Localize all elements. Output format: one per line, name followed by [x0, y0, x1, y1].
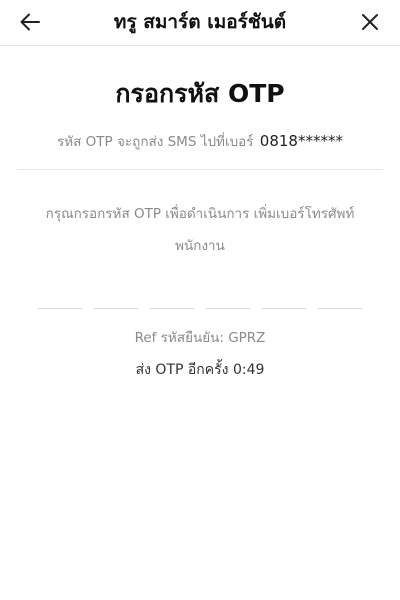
- divider: [17, 169, 383, 170]
- page-title: กรอกรหัส OTP: [115, 79, 285, 108]
- otp-digit-input[interactable]: [206, 302, 250, 309]
- otp-digit-input[interactable]: [262, 302, 306, 309]
- ref-label: Ref รหัสยืนยัน:: [134, 330, 224, 346]
- otp-digit-input[interactable]: [38, 302, 82, 309]
- masked-phone-number: 0818******: [259, 132, 343, 150]
- resend-otp-label[interactable]: ส่ง OTP อีกครั้ง: [136, 362, 229, 378]
- resend-otp[interactable]: ส่ง OTP อีกครั้ง 0:49: [0, 359, 400, 381]
- app-header: ทรู สมาร์ต เมอร์ชันต์: [0, 0, 400, 46]
- resend-countdown: 0:49: [232, 362, 265, 378]
- otp-input-group: [38, 302, 362, 310]
- instruction-text: กรุณกรอกรหัส OTP เพื่อดำเนินการ เพิ่มเบอ…: [20, 198, 380, 262]
- reference-code: Ref รหัสยืนยัน: GPRZ: [0, 326, 400, 348]
- otp-digit-input[interactable]: [94, 302, 138, 309]
- ref-code-value: GPRZ: [228, 330, 266, 346]
- otp-digit-input[interactable]: [318, 302, 362, 309]
- instruction-line-1: กรุณกรอกรหัส OTP เพื่อดำเนินการ เพิ่มเบอ…: [45, 206, 355, 222]
- otp-sent-text: รหัส OTP จะถูกส่ง SMS ไปที่เบอร์: [57, 134, 254, 150]
- back-button[interactable]: [10, 4, 50, 40]
- otp-digit-input[interactable]: [150, 302, 194, 309]
- arrow-left-icon: [20, 13, 40, 31]
- close-button[interactable]: [350, 4, 390, 40]
- close-icon: [362, 14, 378, 30]
- header-title: ทรู สมาร์ต เมอร์ชันต์: [113, 11, 287, 33]
- otp-sent-info: รหัส OTP จะถูกส่ง SMS ไปที่เบอร์ 0818***…: [0, 130, 400, 152]
- instruction-line-2: พนักงาน: [175, 238, 225, 254]
